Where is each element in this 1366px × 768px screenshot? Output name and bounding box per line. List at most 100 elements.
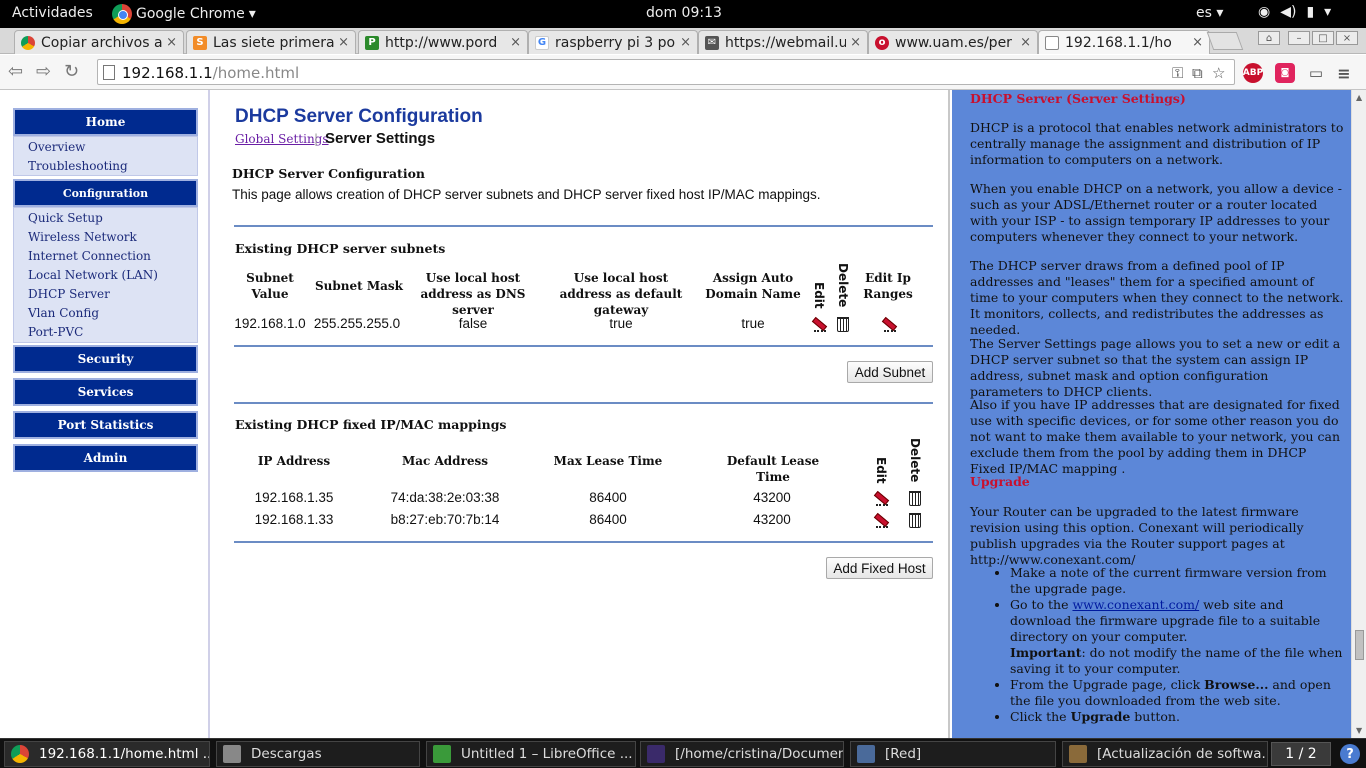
- maximize-button[interactable]: □: [1312, 31, 1334, 45]
- volume-icon: ◀): [1280, 4, 1297, 20]
- edit-host-icon[interactable]: [872, 512, 888, 528]
- nav-port-pvc[interactable]: Port-PVC: [14, 323, 197, 342]
- edit-ip-ranges-icon[interactable]: [880, 316, 896, 332]
- keyboard-language[interactable]: es ▾: [1196, 5, 1223, 21]
- delete-host-icon[interactable]: [909, 491, 921, 506]
- help-icon[interactable]: ?: [1340, 744, 1360, 764]
- task-descargas[interactable]: Descargas: [216, 741, 420, 767]
- delete-host-icon[interactable]: [909, 513, 921, 528]
- task-label: [Actualización de softwa...: [1097, 746, 1268, 762]
- system-tray[interactable]: ◉ ◀) ▮ ▾: [1258, 4, 1331, 20]
- close-icon[interactable]: ×: [166, 35, 177, 50]
- close-icon[interactable]: ×: [1192, 35, 1203, 50]
- tab-router-active[interactable]: 192.168.1.1/ho ×: [1038, 30, 1210, 54]
- nav-quick-setup[interactable]: Quick Setup: [14, 209, 197, 228]
- add-fixed-host-button[interactable]: Add Fixed Host: [826, 557, 933, 579]
- tab-uam[interactable]: o www.uam.es/per ×: [868, 30, 1038, 54]
- fixed-mappings-heading: Existing DHCP fixed IP/MAC mappings: [235, 417, 507, 432]
- workspace-pager[interactable]: 1 / 2: [1271, 742, 1331, 766]
- scrollbar-thumb[interactable]: [1355, 630, 1364, 660]
- task-chrome[interactable]: 192.168.1.1/home.html ...: [4, 741, 210, 767]
- key-icon[interactable]: ⚿: [1172, 64, 1183, 82]
- help-paragraph: DHCP is a protocol that enables network …: [970, 120, 1344, 167]
- scroll-down-icon[interactable]: ▼: [1356, 726, 1362, 735]
- conexant-link[interactable]: www.conexant.com/: [1072, 597, 1199, 612]
- nav-internet-connection[interactable]: Internet Connection: [14, 247, 197, 266]
- minimize-button[interactable]: –: [1288, 31, 1310, 45]
- nav-overview[interactable]: Overview: [14, 138, 197, 157]
- close-icon[interactable]: ×: [510, 35, 521, 50]
- nav-configuration[interactable]: Configuration: [13, 179, 198, 207]
- help-paragraph: Also if you have IP addresses that are d…: [970, 397, 1341, 476]
- close-icon[interactable]: ×: [680, 35, 691, 50]
- nav-vlan-config[interactable]: Vlan Config: [14, 304, 197, 323]
- mail-icon: ✉: [705, 35, 719, 50]
- edit-subnet-icon[interactable]: [810, 316, 826, 332]
- camera-icon[interactable]: ◙: [1275, 63, 1295, 83]
- bookmark-star-icon[interactable]: ☆: [1212, 64, 1225, 82]
- nav-admin[interactable]: Admin: [13, 444, 198, 472]
- network-icon: [857, 745, 875, 763]
- task-software-update[interactable]: [Actualización de softwa...: [1062, 741, 1268, 767]
- chrome-icon: [21, 35, 35, 50]
- home-submenu: Overview Troubleshooting: [13, 136, 198, 176]
- tab-title: Las siete primera: [213, 34, 335, 51]
- nav-home[interactable]: Home: [13, 108, 198, 136]
- nav-security[interactable]: Security: [13, 345, 198, 373]
- language-label: es: [1196, 5, 1212, 21]
- nav-port-statistics[interactable]: Port Statistics: [13, 411, 198, 439]
- new-tab-button[interactable]: [1206, 32, 1244, 50]
- clock[interactable]: dom 09:13: [646, 5, 722, 21]
- task-documents[interactable]: [/home/cristina/Documen...: [640, 741, 844, 767]
- task-red[interactable]: [Red]: [850, 741, 1056, 767]
- url-host: 192.168.1.1: [122, 64, 213, 82]
- tab-siete[interactable]: S Las siete primera ×: [186, 30, 356, 54]
- tab-pord[interactable]: P http://www.pord ×: [358, 30, 528, 54]
- nav-wireless-network[interactable]: Wireless Network: [14, 228, 197, 247]
- spreadsheet-icon: [433, 745, 451, 763]
- back-icon[interactable]: ⇦: [8, 61, 23, 82]
- url-path: /home.html: [212, 64, 300, 82]
- list-item: Make a note of the current firmware vers…: [1010, 565, 1345, 597]
- address-bar[interactable]: 192.168.1.1/home.html ⚿ ⧉ ☆: [97, 59, 1235, 85]
- forward-icon[interactable]: ⇨: [36, 61, 51, 82]
- activities-button[interactable]: Actividades: [12, 5, 93, 21]
- close-icon[interactable]: ×: [1020, 35, 1031, 50]
- tab-raspberry[interactable]: G raspberry pi 3 po ×: [528, 30, 698, 54]
- menu-icon[interactable]: ≡: [1334, 63, 1354, 83]
- delete-subnet-icon[interactable]: [837, 317, 849, 332]
- col-subnet-value: Subnet Value: [246, 271, 294, 301]
- nav-dhcp-server[interactable]: DHCP Server: [14, 285, 197, 304]
- scroll-up-icon[interactable]: ▲: [1356, 93, 1362, 102]
- battery-icon: ▮: [1306, 4, 1315, 20]
- reload-icon[interactable]: ↻: [64, 61, 79, 82]
- close-icon[interactable]: ×: [850, 35, 861, 50]
- task-libreoffice[interactable]: Untitled 1 – LibreOffice ...: [426, 741, 636, 767]
- nav-services[interactable]: Services: [13, 378, 198, 406]
- chevron-down-icon: ▾: [248, 6, 256, 22]
- close-icon[interactable]: ×: [338, 35, 349, 50]
- app-menu[interactable]: Google Chrome ▾: [112, 4, 256, 24]
- edit-host-icon[interactable]: [872, 490, 888, 506]
- nav-local-network[interactable]: Local Network (LAN): [14, 266, 197, 285]
- taskbar: 192.168.1.1/home.html ... Descargas Unti…: [0, 738, 1366, 768]
- help-panel: DHCP Server (Server Settings) DHCP is a …: [952, 90, 1351, 738]
- tab-webmail[interactable]: ✉ https://webmail.u ×: [698, 30, 868, 54]
- close-window-button[interactable]: ×: [1336, 31, 1358, 45]
- profile-icon[interactable]: ⌂: [1258, 31, 1280, 45]
- cast-icon[interactable]: ▭: [1306, 63, 1326, 83]
- cell-mac: b8:27:eb:70:7b:14: [390, 512, 500, 527]
- nav-troubleshooting[interactable]: Troubleshooting: [14, 157, 197, 176]
- tab-title: www.uam.es/per: [895, 34, 1012, 51]
- tab-copiar[interactable]: Copiar archivos a ×: [14, 30, 184, 54]
- col-subnet-mask: Subnet Mask: [315, 279, 403, 293]
- cell-default-lease: 43200: [753, 512, 791, 527]
- col-default-gateway: Use local host address as default gatewa…: [559, 271, 683, 317]
- col-edit-ip-ranges: Edit Ip Ranges: [863, 271, 913, 301]
- adblock-icon[interactable]: ABP: [1243, 63, 1263, 83]
- add-subnet-button[interactable]: Add Subnet: [847, 361, 933, 383]
- page-scrollbar[interactable]: ▲ ▼: [1351, 90, 1366, 738]
- help-paragraph: When you enable DHCP on a network, you a…: [970, 181, 1342, 244]
- col-default-lease: Default Lease Time: [726, 454, 820, 484]
- translate-icon[interactable]: ⧉: [1192, 64, 1203, 82]
